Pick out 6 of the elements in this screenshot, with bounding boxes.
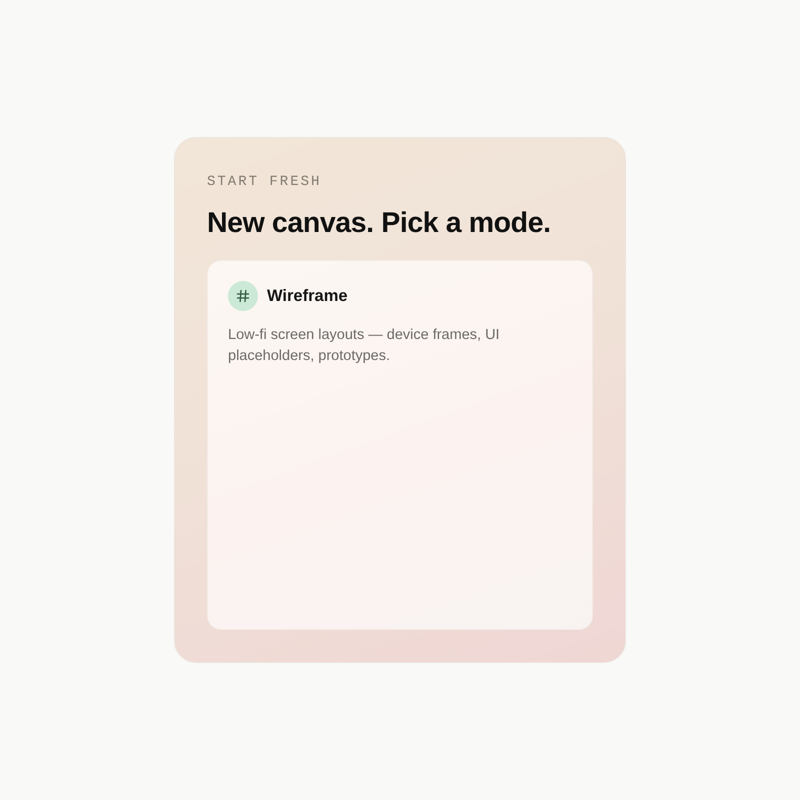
heading: New canvas. Pick a mode. <box>207 206 552 240</box>
mode-description: Low-fi screen layouts — device frames, UI placeholders, prototypes. <box>228 326 501 366</box>
mode-card[interactable]: Wireframe Low-fi screen layouts — device frames, UI placeholders, prototypes. <box>207 260 593 630</box>
eyebrow-label: START FRESH <box>207 174 322 190</box>
mode-title: Wireframe <box>267 286 348 306</box>
hash-icon <box>228 281 258 311</box>
